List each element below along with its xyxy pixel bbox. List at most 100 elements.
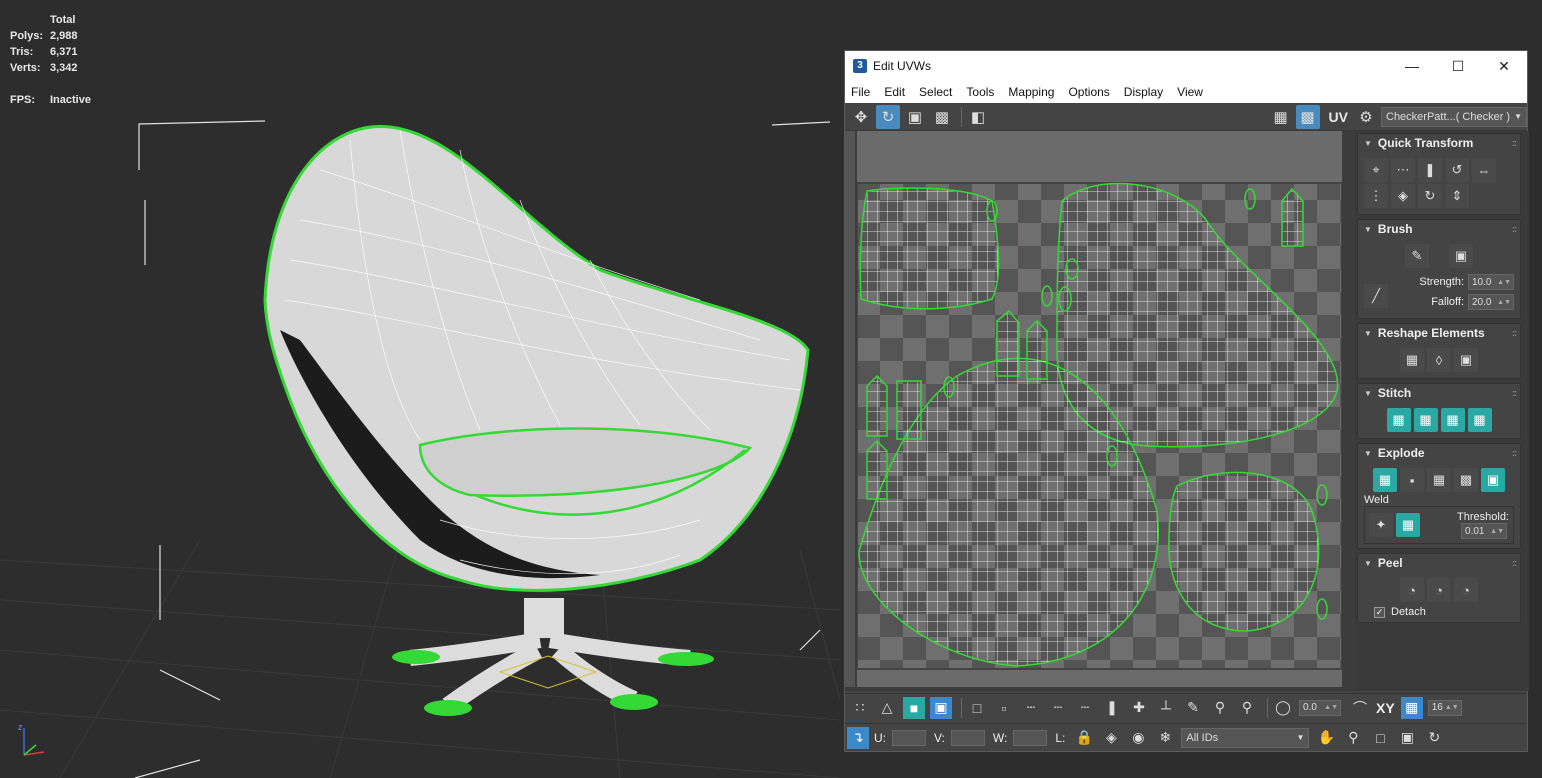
v-field[interactable] bbox=[950, 729, 985, 746]
element-mode-icon[interactable]: ▣ bbox=[930, 696, 952, 719]
stitch-average-icon[interactable]: ▦ bbox=[1440, 408, 1465, 432]
menu-view[interactable]: View bbox=[1177, 85, 1203, 99]
mirror-tool-icon[interactable]: ◧ bbox=[966, 105, 990, 129]
spacing-v-icon[interactable]: ⇕ bbox=[1445, 184, 1469, 208]
uv-editor-area[interactable] bbox=[845, 131, 1355, 691]
brush-header[interactable]: ▼ Brush:: bbox=[1358, 220, 1520, 238]
strength-spinner[interactable]: 10.0 ▲▼ bbox=[1468, 274, 1514, 290]
zoom-icon[interactable]: ⚲ bbox=[1342, 727, 1364, 749]
lock-icon[interactable]: 🔒 bbox=[1073, 727, 1095, 749]
flatten-uvs-icon[interactable]: ▩ bbox=[1454, 468, 1478, 492]
stitch-source-icon[interactable]: ▦ bbox=[1413, 408, 1438, 432]
window-titlebar[interactable]: 3 Edit UVWs — ☐ ✕ bbox=[845, 51, 1527, 81]
paint-move-icon[interactable]: ✎ bbox=[1405, 244, 1429, 268]
hide-icon[interactable]: ◈ bbox=[1100, 727, 1122, 749]
ring-icon[interactable]: ❚ bbox=[1101, 697, 1123, 719]
peel-mode-icon[interactable]: ◔ bbox=[1427, 578, 1451, 602]
paint-grow-icon[interactable]: ⚲ bbox=[1209, 697, 1231, 719]
w-coordinate[interactable]: W: bbox=[993, 729, 1048, 746]
straighten-icon[interactable]: ⋮ bbox=[1364, 184, 1388, 208]
relax-icon[interactable]: ◊ bbox=[1427, 348, 1451, 372]
detach-checkbox[interactable]: ✓ Detach bbox=[1364, 606, 1514, 618]
shrink-selection-icon[interactable]: ▫ bbox=[993, 697, 1015, 719]
grid-snap-icon[interactable]: ▦ bbox=[1400, 696, 1423, 719]
straighten-selection-icon[interactable]: ▦ bbox=[1400, 348, 1424, 372]
freeform-tool-icon[interactable]: ▩ bbox=[930, 105, 954, 129]
quick-peel-icon[interactable]: ◔ bbox=[1400, 578, 1424, 602]
xy-mode-label[interactable]: XY bbox=[1376, 700, 1395, 716]
close-button[interactable]: ✕ bbox=[1481, 51, 1527, 81]
uv-canvas[interactable] bbox=[857, 131, 1342, 687]
ring-grow-icon[interactable]: ✚ bbox=[1128, 697, 1150, 719]
rotate-tool-icon[interactable]: ↻ bbox=[876, 104, 900, 129]
soft-select-icon[interactable]: ⌒ bbox=[1349, 697, 1371, 719]
rotate-ccw-icon[interactable]: ↺ bbox=[1445, 158, 1469, 182]
vertical-scrollbar[interactable] bbox=[845, 131, 855, 687]
detach-edge-icon[interactable]: ▪ bbox=[1400, 468, 1424, 492]
peel-header[interactable]: ▼ Peel:: bbox=[1358, 554, 1520, 572]
freeze-icon[interactable]: ❄ bbox=[1154, 727, 1176, 749]
relax-brush-icon[interactable]: ▣ bbox=[1449, 244, 1473, 268]
minimize-button[interactable]: — bbox=[1389, 51, 1435, 81]
menu-edit[interactable]: Edit bbox=[884, 85, 905, 99]
rotate-cw-icon[interactable]: ↻ bbox=[1418, 184, 1442, 208]
rotate-angle-icon[interactable]: ◯ bbox=[1272, 697, 1294, 719]
absolute-mode-icon[interactable]: ↴ bbox=[847, 726, 869, 749]
quick-transform-header[interactable]: ▼ Quick Transform:: bbox=[1358, 134, 1520, 152]
falloff-spinner[interactable]: 20.0 ▲▼ bbox=[1468, 294, 1514, 310]
ring-shrink-icon[interactable]: ┴ bbox=[1155, 697, 1177, 719]
material-id-dropdown[interactable]: All IDs ▼ bbox=[1181, 727, 1310, 748]
explode-to-islands-icon[interactable]: ▣ bbox=[1481, 468, 1505, 492]
reshape-header[interactable]: ▼ Reshape Elements:: bbox=[1358, 324, 1520, 342]
w-field[interactable] bbox=[1013, 729, 1048, 746]
brush-falloff-icon[interactable]: ╱ bbox=[1364, 284, 1388, 308]
edge-mode-icon[interactable]: △ bbox=[876, 697, 898, 719]
loop-icon[interactable]: ┄ bbox=[1020, 697, 1042, 719]
align-horizontal-icon[interactable]: ⋯ bbox=[1391, 158, 1415, 182]
texture-dropdown[interactable]: CheckerPatt...( Checker ) ▼ bbox=[1381, 106, 1527, 127]
weld-target-icon[interactable]: ▦ bbox=[1396, 513, 1420, 537]
paint-select-icon[interactable]: ✎ bbox=[1182, 697, 1204, 719]
diamond-align-icon[interactable]: ◈ bbox=[1391, 184, 1415, 208]
uv-label[interactable]: UV bbox=[1329, 109, 1348, 125]
edit-uvws-window[interactable]: 3 Edit UVWs — ☐ ✕ File Edit Select Tools… bbox=[844, 50, 1529, 752]
explode-header[interactable]: ▼ Explode:: bbox=[1358, 444, 1520, 462]
weld-selected-icon[interactable]: ✦ bbox=[1369, 513, 1393, 537]
show-hidden-icon[interactable]: ◉ bbox=[1127, 727, 1149, 749]
v-coordinate[interactable]: V: bbox=[934, 729, 985, 746]
loop-grow-icon[interactable]: ┄ bbox=[1047, 697, 1069, 719]
menu-options[interactable]: Options bbox=[1068, 85, 1109, 99]
reset-peel-icon[interactable]: ◔ bbox=[1454, 578, 1478, 602]
cube-reshape-icon[interactable]: ▣ bbox=[1454, 348, 1478, 372]
break-icon[interactable]: ▦ bbox=[1373, 468, 1397, 492]
menu-tools[interactable]: Tools bbox=[966, 85, 994, 99]
u-field[interactable] bbox=[892, 729, 926, 746]
paint-shrink-icon[interactable]: ⚲ bbox=[1236, 697, 1258, 719]
set-pivot-icon[interactable]: ⌖ bbox=[1364, 158, 1388, 182]
move-tool-icon[interactable]: ✥ bbox=[849, 105, 873, 129]
threshold-spinner[interactable]: 0.01 ▲▼ bbox=[1461, 523, 1508, 539]
polygon-mode-icon[interactable]: ■ bbox=[903, 696, 925, 719]
checker-grid-icon[interactable]: ▦ bbox=[1269, 105, 1293, 129]
maximize-button[interactable]: ☐ bbox=[1435, 51, 1481, 81]
scale-tool-icon[interactable]: ▣ bbox=[903, 105, 927, 129]
align-vertical-icon[interactable]: ❚ bbox=[1418, 158, 1442, 182]
u-coordinate[interactable]: U: bbox=[874, 729, 926, 746]
flatten-icon[interactable]: ▦ bbox=[1427, 468, 1451, 492]
vertex-mode-icon[interactable]: ∷ bbox=[849, 697, 871, 719]
texture-settings-icon[interactable]: ⚙ bbox=[1354, 105, 1378, 129]
stitch-custom-icon[interactable]: ▦ bbox=[1386, 408, 1411, 432]
menu-display[interactable]: Display bbox=[1124, 85, 1163, 99]
menu-select[interactable]: Select bbox=[919, 85, 952, 99]
zoom-region-icon[interactable]: □ bbox=[1369, 727, 1391, 749]
rotate-angle-field[interactable]: 0.0 ▲▼ bbox=[1299, 699, 1341, 716]
settings-icon[interactable]: ↻ bbox=[1423, 727, 1445, 749]
pan-hand-icon[interactable]: ✋ bbox=[1315, 727, 1337, 749]
loop-shrink-icon[interactable]: ┄ bbox=[1074, 697, 1096, 719]
grow-selection-icon[interactable]: □ bbox=[966, 697, 988, 719]
menu-file[interactable]: File bbox=[851, 85, 870, 99]
menu-mapping[interactable]: Mapping bbox=[1008, 85, 1054, 99]
stitch-target-icon[interactable]: ▦ bbox=[1467, 408, 1492, 432]
stitch-header[interactable]: ▼ Stitch:: bbox=[1358, 384, 1520, 402]
spacing-h-icon[interactable]: ⇔ bbox=[1472, 158, 1496, 182]
